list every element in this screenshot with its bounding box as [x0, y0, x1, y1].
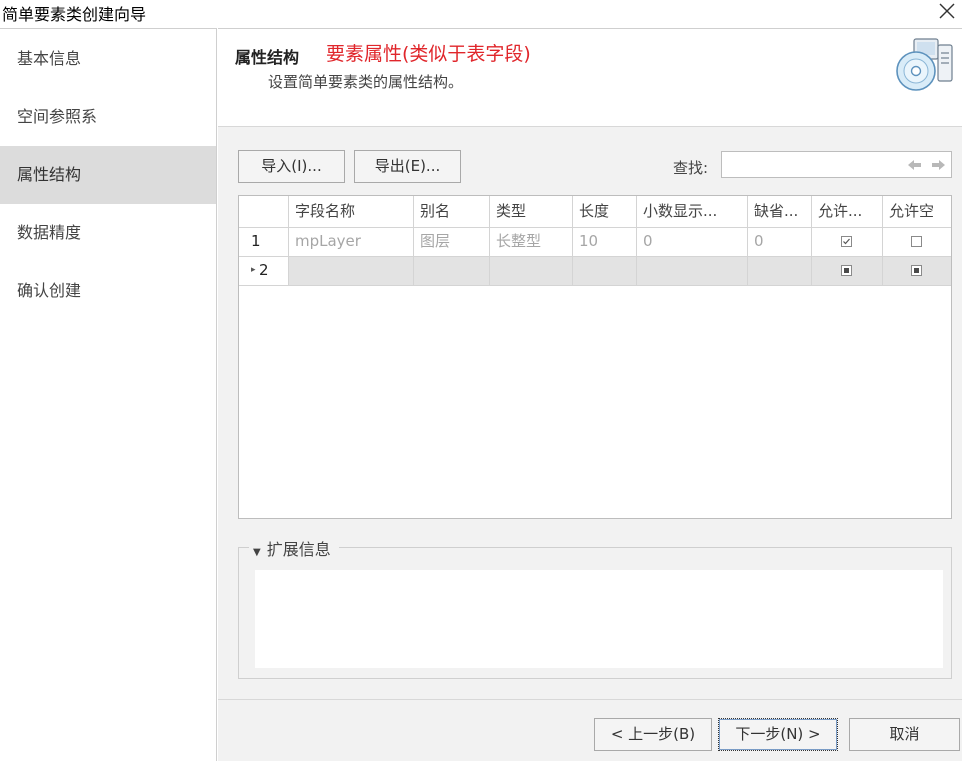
step-data-precision[interactable]: 数据精度	[0, 204, 216, 262]
page-subtitle: 设置简单要素类的属性结构。	[268, 73, 464, 91]
cell-allow	[812, 257, 883, 286]
find-input[interactable]	[724, 153, 904, 177]
cell-default[interactable]: 0	[748, 228, 812, 257]
extension-info-group: ▼ 扩展信息	[238, 536, 952, 679]
cell-allow	[812, 228, 883, 257]
column-header-alias[interactable]: 别名	[414, 196, 490, 228]
column-header-field-name[interactable]: 字段名称	[289, 196, 414, 228]
checkbox-unchecked-icon[interactable]	[911, 236, 922, 247]
column-header-type[interactable]: 类型	[490, 196, 573, 228]
annotation-note: 要素属性(类似于表字段)	[326, 43, 531, 65]
cell-alias[interactable]	[414, 257, 490, 286]
cell-allow-null	[883, 228, 951, 257]
cell-decimals[interactable]: 0	[637, 228, 748, 257]
find-field	[721, 151, 952, 178]
column-header-allow[interactable]: 允许...	[812, 196, 883, 228]
step-basic-info[interactable]: 基本信息	[0, 30, 216, 88]
window-title: 简单要素类创建向导	[2, 5, 147, 24]
arrow-right-icon[interactable]	[929, 156, 947, 174]
import-button[interactable]: 导入(I)...	[238, 150, 345, 183]
title-bar: 简单要素类创建向导	[0, 0, 962, 27]
column-header-default[interactable]: 缺省...	[748, 196, 812, 228]
cell-length[interactable]	[573, 257, 637, 286]
cell-allow-null	[883, 257, 951, 286]
arrow-left-icon[interactable]	[906, 156, 924, 174]
step-attribute-structure[interactable]: 属性结构	[0, 146, 216, 204]
close-icon[interactable]	[936, 0, 958, 22]
cell-alias[interactable]: 图层	[414, 228, 490, 257]
column-header-allow-null[interactable]: 允许空	[883, 196, 951, 228]
extension-info-toggle[interactable]: ▼ 扩展信息	[249, 536, 339, 560]
checkbox-indeterminate-icon[interactable]	[911, 265, 922, 276]
extension-info-label: 扩展信息	[266, 540, 331, 559]
column-header-length[interactable]: 长度	[573, 196, 637, 228]
wizard-footer: < 上一步(B) 下一步(N) > 取消	[218, 699, 962, 761]
field-table: 字段名称 别名 类型 长度 小数显示... 缺省... 允许... 允许空 1 …	[238, 195, 952, 519]
database-disk-icon	[896, 38, 953, 91]
export-button[interactable]: 导出(E)...	[354, 150, 461, 183]
previous-button[interactable]: < 上一步(B)	[594, 718, 712, 751]
wizard-step-list: 基本信息 空间参照系 属性结构 数据精度 确认创建	[0, 28, 217, 761]
row-number[interactable]: ▸ 2	[239, 257, 289, 286]
chevron-down-icon: ▼	[253, 547, 261, 558]
step-spatial-reference[interactable]: 空间参照系	[0, 88, 216, 146]
row-number[interactable]: 1	[239, 228, 289, 257]
find-label: 查找:	[673, 159, 709, 177]
current-row-indicator-icon: ▸	[251, 265, 256, 275]
cell-type[interactable]	[490, 257, 573, 286]
cell-type[interactable]: 长整型	[490, 228, 573, 257]
page-header: 属性结构 要素属性(类似于表字段) 设置简单要素类的属性结构。	[218, 28, 962, 127]
cell-length[interactable]: 10	[573, 228, 637, 257]
checkbox-indeterminate-icon[interactable]	[841, 265, 852, 276]
cancel-button[interactable]: 取消	[849, 718, 960, 751]
cell-decimals[interactable]	[637, 257, 748, 286]
attribute-panel: 导入(I)... 导出(E)... 查找: 字段名称 别名 类型 长度 小数显示…	[218, 127, 962, 699]
checkbox-checked-icon[interactable]	[841, 236, 852, 247]
table-corner	[239, 196, 289, 228]
step-confirm-create[interactable]: 确认创建	[0, 262, 216, 320]
page-title: 属性结构	[235, 48, 300, 67]
cell-field-name[interactable]: mpLayer	[289, 228, 414, 257]
cell-field-name[interactable]	[289, 257, 414, 286]
extension-info-body	[255, 570, 943, 668]
column-header-decimals[interactable]: 小数显示...	[637, 196, 748, 228]
cell-default[interactable]	[748, 257, 812, 286]
next-button[interactable]: 下一步(N) >	[718, 718, 838, 751]
